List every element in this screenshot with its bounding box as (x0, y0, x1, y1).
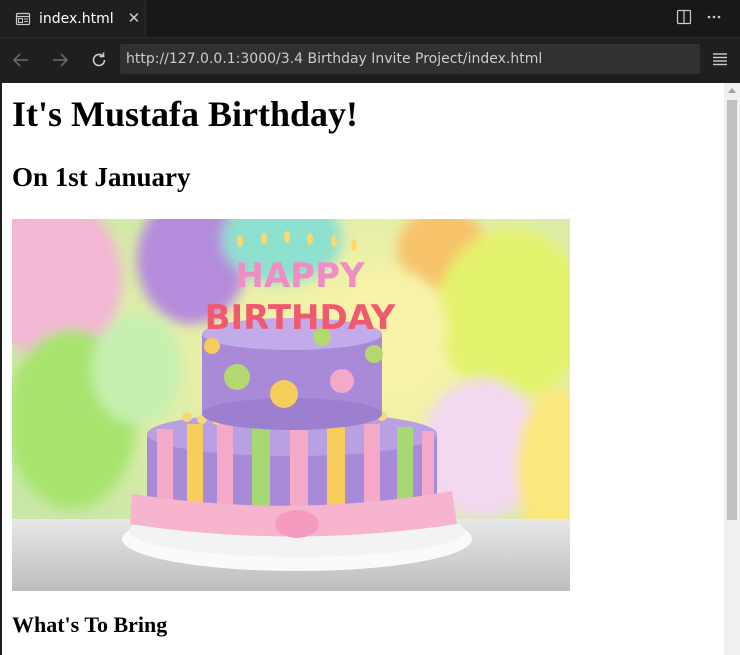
reload-icon[interactable] (89, 50, 109, 70)
page-title: It's Mustafa Birthday! (12, 94, 359, 134)
date-heading: On 1st January (12, 162, 191, 192)
forward-arrow-icon[interactable] (50, 50, 70, 70)
page-viewport: It's Mustafa Birthday! On 1st January HA… (2, 83, 724, 655)
tab-index-html[interactable]: index.html ✕ (0, 0, 146, 37)
url-text: http://127.0.0.1:3000/3.4 Birthday Invit… (126, 51, 543, 67)
scrollbar-thumb[interactable] (727, 100, 737, 520)
browser-nav-bar: http://127.0.0.1:3000/3.4 Birthday Invit… (0, 37, 740, 83)
back-arrow-icon[interactable] (11, 50, 31, 70)
close-icon[interactable]: ✕ (128, 11, 141, 26)
scroll-up-arrow-icon[interactable] (724, 83, 740, 99)
preview-icon (15, 12, 31, 25)
cake-text-happy: HAPPY (235, 256, 365, 296)
tab-title: index.html (39, 10, 114, 27)
more-actions-icon[interactable] (706, 9, 722, 29)
cake-text-birthday: BIRTHDAY (205, 298, 396, 338)
split-editor-icon[interactable] (676, 9, 692, 29)
vertical-scrollbar[interactable] (724, 83, 740, 655)
url-input[interactable]: http://127.0.0.1:3000/3.4 Birthday Invit… (120, 44, 700, 74)
birthday-cake-image: HAPPY BIRTHDAY (12, 219, 570, 591)
bring-heading: What's To Bring (12, 612, 168, 637)
hamburger-menu-icon[interactable] (712, 52, 728, 66)
tab-strip: index.html ✕ (0, 0, 740, 37)
